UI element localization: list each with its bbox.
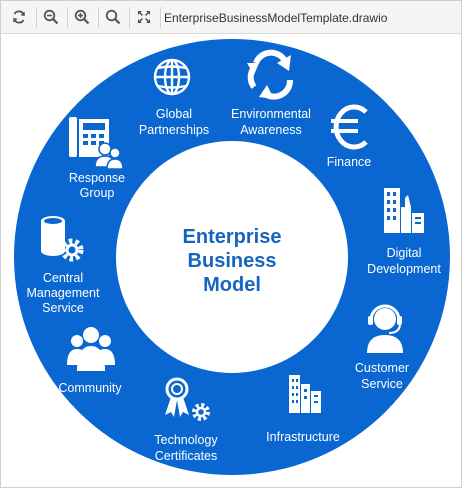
finance-label: Finance xyxy=(327,155,372,169)
zoom-out-icon xyxy=(43,9,59,25)
file-title: EnterpriseBusinessModelTemplate.drawio xyxy=(164,11,388,25)
central-management-label-3: Service xyxy=(42,301,84,315)
fullscreen-button[interactable] xyxy=(131,5,157,29)
response-group-label-1: Response xyxy=(69,171,125,185)
infrastructure-label: Infrastructure xyxy=(266,430,340,444)
customer-service-label-1: Customer xyxy=(355,361,409,375)
digital-development-label-1: Digital xyxy=(387,246,422,260)
refresh-icon xyxy=(13,10,25,24)
toolbar: EnterpriseBusinessModelTemplate.drawio xyxy=(1,1,461,34)
response-group-label-2: Group xyxy=(80,186,115,200)
zoom-fit-button[interactable] xyxy=(100,5,126,29)
technology-certificates-label-2: Certificates xyxy=(155,449,218,463)
digital-development-label-2: Development xyxy=(367,262,441,276)
viewer-frame: EnterpriseBusinessModelTemplate.drawio E… xyxy=(0,0,462,488)
zoom-out-button[interactable] xyxy=(38,5,64,29)
diagram-canvas: Enterprise Business Model Global Partner… xyxy=(1,35,461,487)
community-label: Community xyxy=(58,381,122,395)
fullscreen-icon xyxy=(138,11,150,23)
refresh-button[interactable] xyxy=(6,5,32,29)
environmental-awareness-label-1: Environmental xyxy=(231,107,311,121)
zoom-in-button[interactable] xyxy=(69,5,95,29)
global-partnerships-label-2: Partnerships xyxy=(139,123,209,137)
customer-service-label-2: Service xyxy=(361,377,403,391)
enterprise-model-ring: Enterprise Business Model Global Partner… xyxy=(14,39,450,475)
zoom-fit-icon xyxy=(105,9,121,25)
globe-icon xyxy=(153,58,191,96)
center-title-line2: Business xyxy=(188,250,277,272)
technology-certificates-label-1: Technology xyxy=(154,433,218,447)
center-title-line1: Enterprise xyxy=(183,226,282,248)
central-management-label-2: Management xyxy=(27,286,100,300)
global-partnerships-label-1: Global xyxy=(156,107,192,121)
zoom-in-icon xyxy=(74,9,90,25)
central-management-label-1: Central xyxy=(43,271,83,285)
environmental-awareness-label-2: Awareness xyxy=(240,123,302,137)
center-title-line3: Model xyxy=(203,274,261,296)
